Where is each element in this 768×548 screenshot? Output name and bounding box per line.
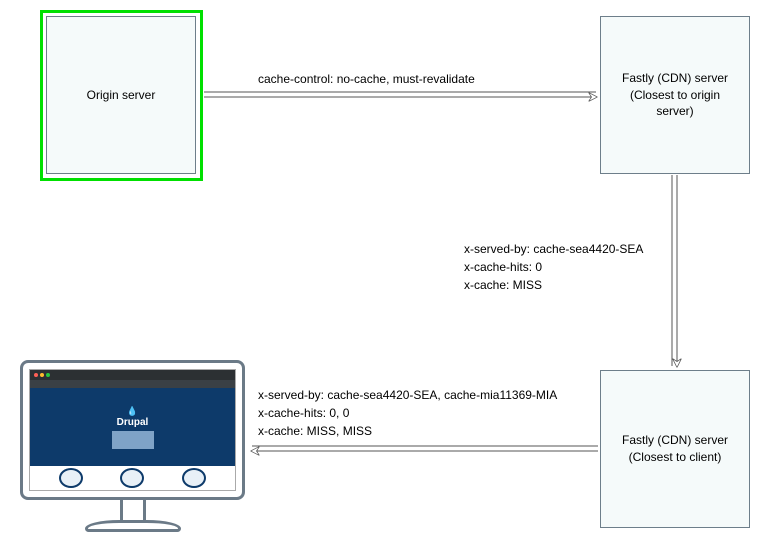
site-icon-row — [30, 466, 235, 490]
client-computer: 💧 Drupal — [20, 360, 245, 532]
cdn-client-node: Fastly (CDN) server (Closest to client) — [600, 370, 750, 528]
monitor-stand-neck — [120, 500, 146, 520]
site-hero: 💧 Drupal — [30, 388, 235, 466]
cdn-client-label: Fastly (CDN) server (Closest to client) — [622, 432, 728, 466]
monitor-stand-base — [85, 520, 181, 532]
site-icon — [182, 468, 206, 488]
origin-server-node: Origin server — [46, 16, 196, 174]
site-icon — [120, 468, 144, 488]
site-name: Drupal — [117, 417, 149, 428]
drop-icon: 💧 — [127, 406, 138, 417]
origin-server-label: Origin server — [87, 87, 156, 104]
site-icon — [59, 468, 83, 488]
hero-image — [112, 431, 154, 449]
monitor-frame: 💧 Drupal — [20, 360, 245, 500]
browser-window: 💧 Drupal — [29, 369, 236, 491]
cdn-origin-label: Fastly (CDN) server (Closest to origin s… — [622, 70, 728, 120]
edge-label-cdn-to-client: x-served-by: cache-sea4420-SEA, cache-mi… — [258, 386, 557, 440]
browser-titlebar — [30, 370, 235, 380]
edge-label-origin-to-cdn: cache-control: no-cache, must-revalidate — [258, 70, 475, 88]
cdn-origin-node: Fastly (CDN) server (Closest to origin s… — [600, 16, 750, 174]
edge-label-cdn-to-cdn: x-served-by: cache-sea4420-SEA x-cache-h… — [464, 240, 643, 294]
browser-toolbar — [30, 380, 235, 388]
